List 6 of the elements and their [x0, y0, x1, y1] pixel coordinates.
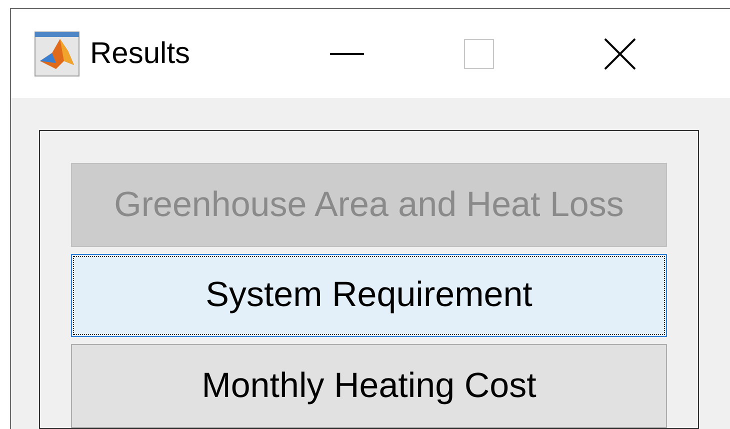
app-icon — [34, 30, 80, 76]
minimize-icon[interactable] — [330, 52, 364, 56]
close-icon[interactable] — [604, 38, 636, 70]
window-title: Results — [90, 36, 190, 72]
panel-button[interactable]: Monthly Heating Cost — [71, 344, 667, 428]
panel-button[interactable]: System Requirement — [71, 254, 667, 338]
